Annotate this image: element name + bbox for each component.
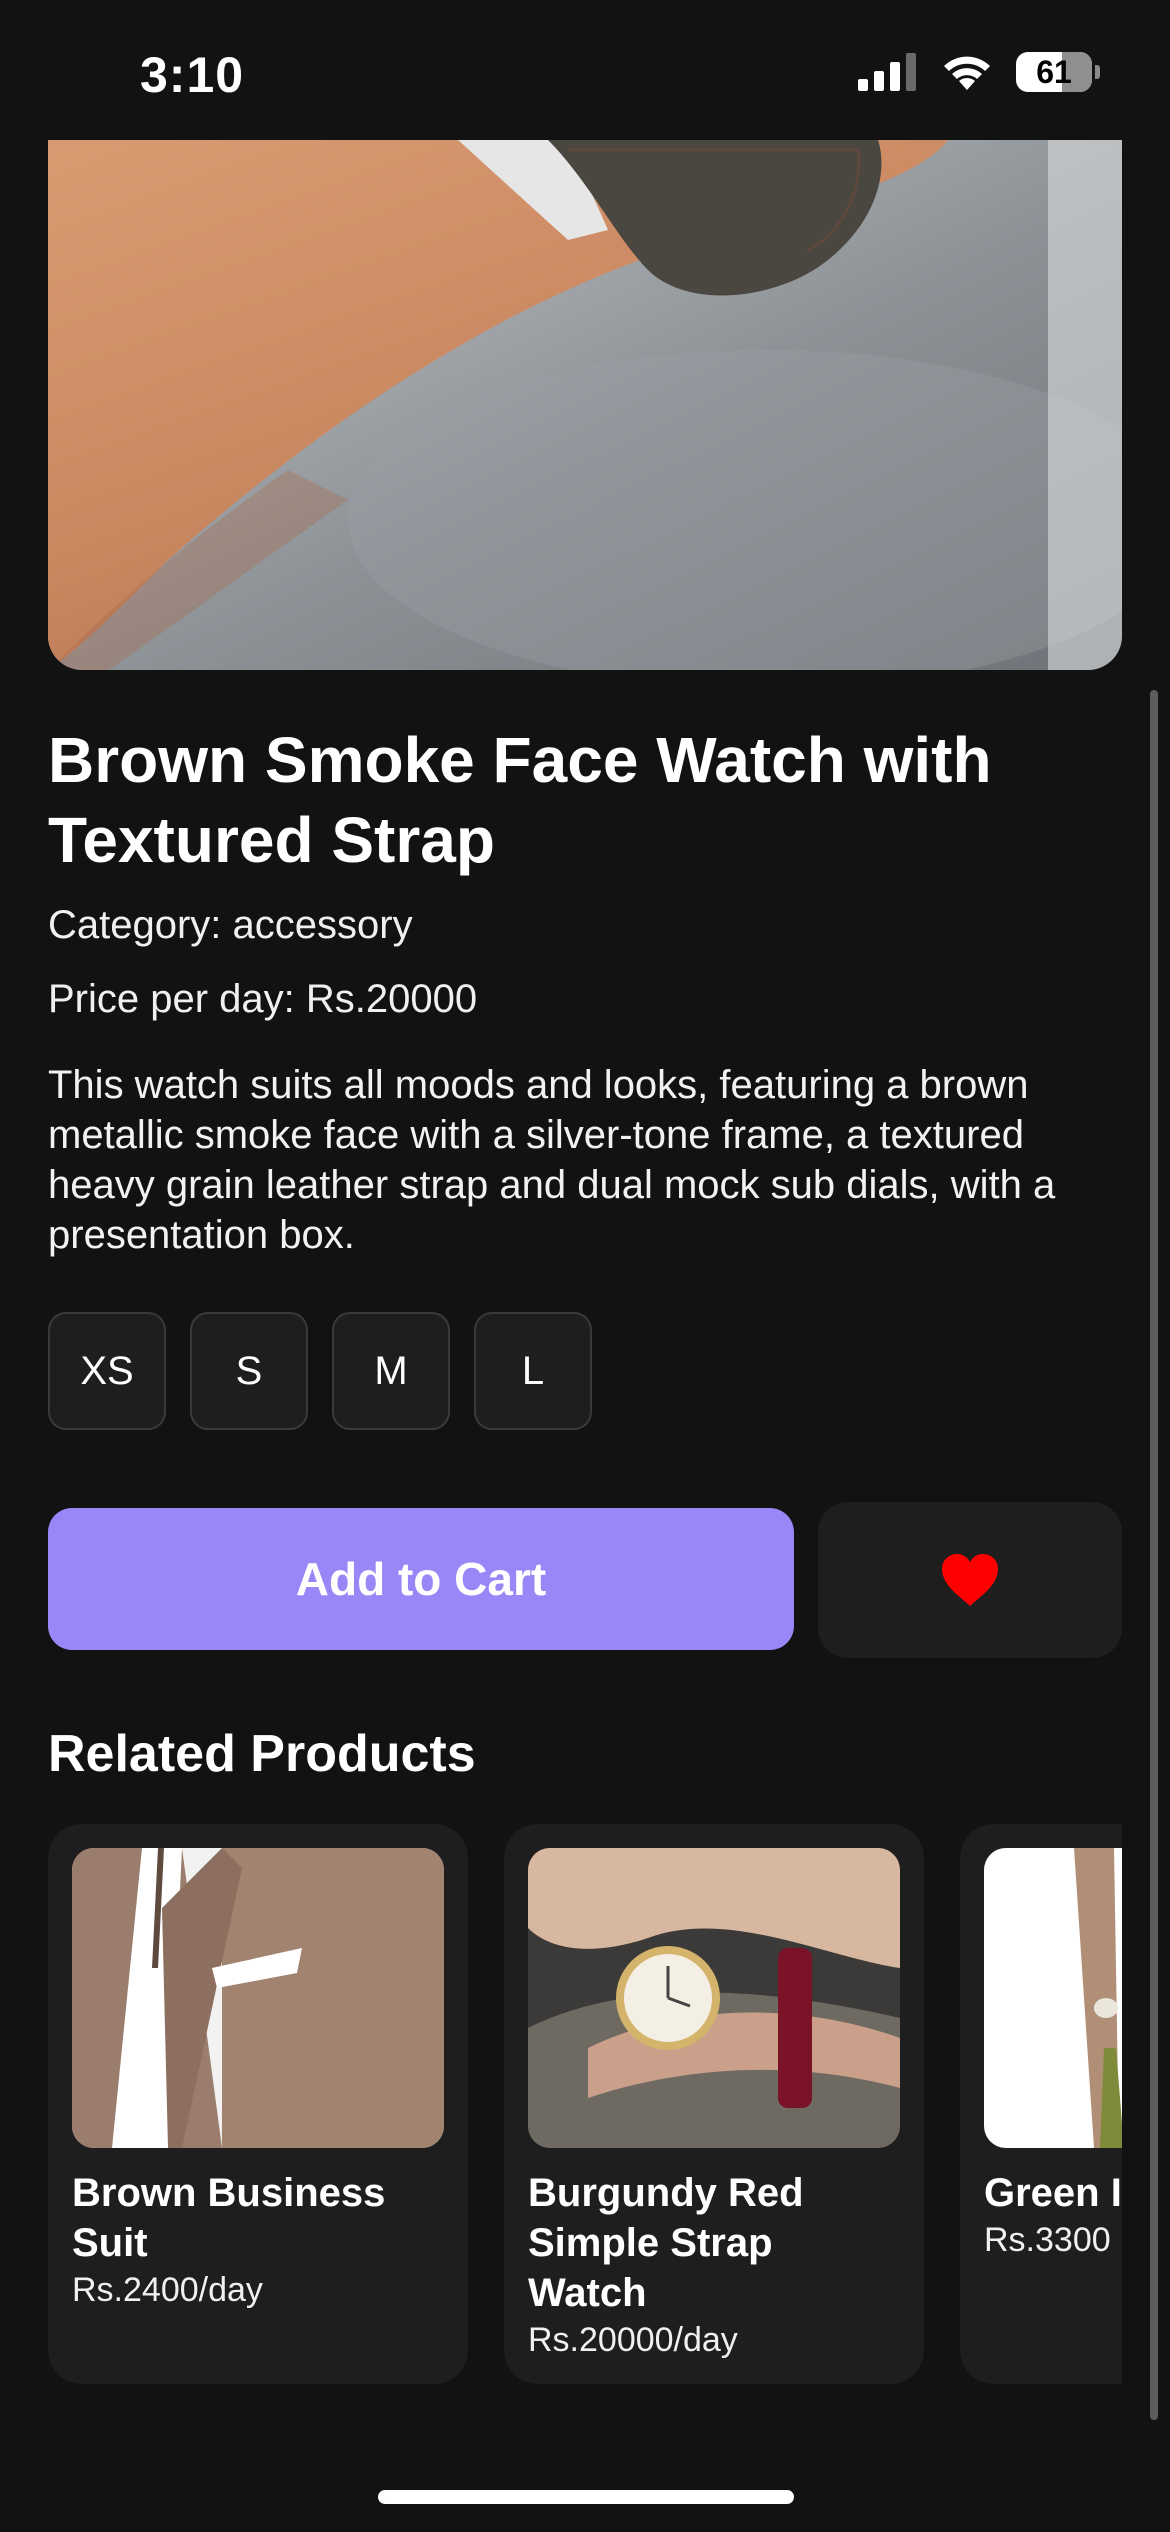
related-products-heading: Related Products: [48, 1725, 476, 1783]
scrollbar[interactable]: [1150, 690, 1158, 2420]
product-details: Brown Smoke Face Watch with Textured Str…: [48, 700, 1122, 2384]
related-product-name: Green I: [984, 2171, 1122, 2215]
product-title: Brown Smoke Face Watch with Textured Str…: [48, 724, 992, 876]
favorite-button[interactable]: [818, 1502, 1122, 1658]
product-thumbnail: [528, 1848, 900, 2148]
battery-icon: 61: [1016, 52, 1100, 92]
cellular-signal-icon: [858, 53, 916, 91]
size-option-s[interactable]: S: [190, 1312, 308, 1430]
product-thumbnail: [72, 1848, 444, 2148]
product-price: Price per day: Rs.20000: [48, 977, 478, 1021]
related-product-price: Rs.3300: [984, 2221, 1111, 2259]
related-product-card[interactable]: Burgundy Red Simple Strap Watch Rs.20000…: [504, 1824, 924, 2384]
product-category: Category: accessory: [48, 903, 413, 947]
status-bar: 3:10 61: [0, 0, 1170, 140]
related-product-name: Brown Business Suit: [72, 2171, 386, 2265]
status-icons: 61: [858, 52, 1100, 92]
size-option-m[interactable]: M: [332, 1312, 450, 1430]
product-thumbnail: [984, 1848, 1122, 2148]
size-selector: XS S M L: [48, 1312, 1122, 1430]
add-to-cart-button[interactable]: Add to Cart: [48, 1508, 794, 1650]
product-description: This watch suits all moods and looks, fe…: [48, 1063, 1056, 1257]
size-option-xs[interactable]: XS: [48, 1312, 166, 1430]
related-product-card[interactable]: Green I Rs.3300: [960, 1824, 1122, 2384]
status-time: 3:10: [140, 47, 245, 103]
product-image: [48, 140, 1122, 670]
related-product-name: Burgundy Red Simple Strap Watch: [528, 2171, 804, 2315]
action-row: Add to Cart: [48, 1502, 1122, 1658]
related-product-card[interactable]: Brown Business Suit Rs.2400/day: [48, 1824, 468, 2384]
wifi-icon: [944, 56, 990, 90]
related-product-price: Rs.20000/day: [528, 2321, 738, 2359]
size-option-l[interactable]: L: [474, 1312, 592, 1430]
home-indicator[interactable]: [378, 2490, 794, 2504]
battery-percentage: 61: [1036, 53, 1072, 90]
related-products-list: Brown Business Suit Rs.2400/day Burgundy…: [48, 1824, 1122, 2384]
heart-icon: [942, 1554, 998, 1606]
related-product-price: Rs.2400/day: [72, 2271, 263, 2309]
